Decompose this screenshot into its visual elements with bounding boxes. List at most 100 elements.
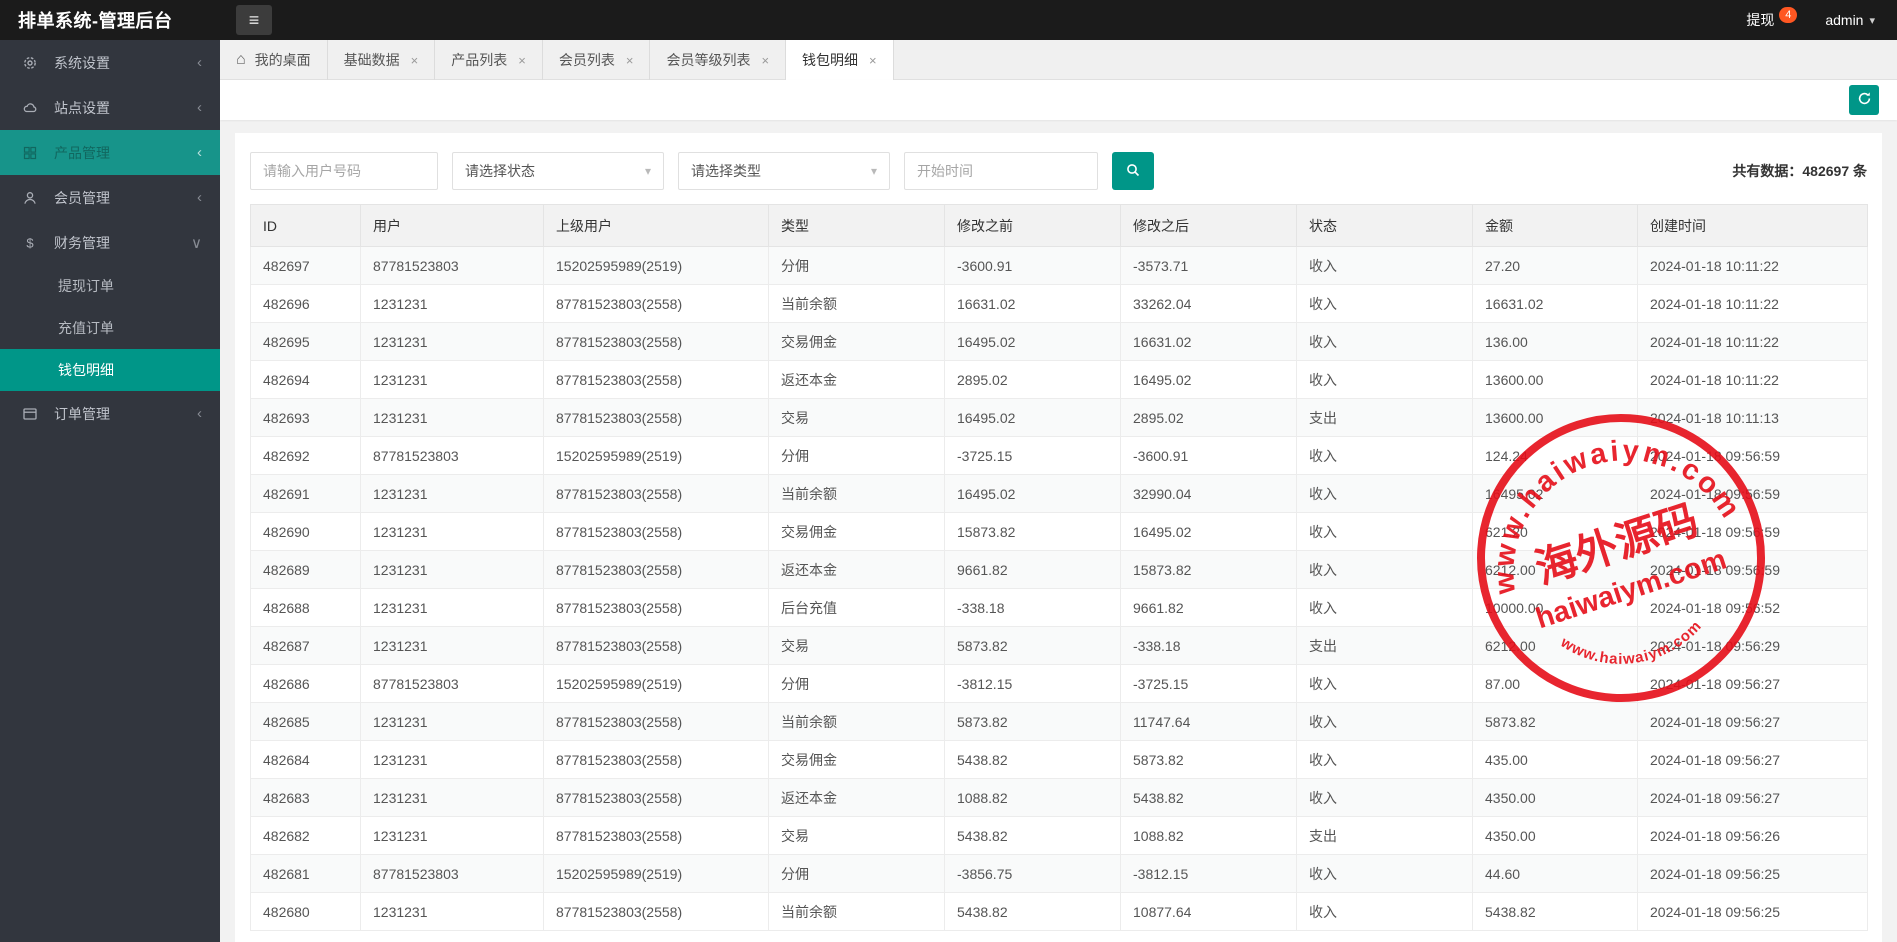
sidebar-item-product-management[interactable]: 产品管理‹ [0,130,220,175]
table-cell: 4350.00 [1473,817,1638,855]
tab-product-list[interactable]: 产品列表× [435,40,543,80]
tab-base-data[interactable]: 基础数据× [328,40,436,80]
table-cell: 1088.82 [1121,817,1297,855]
table-cell: 支出 [1297,627,1473,665]
table-cell: 16495.02 [945,323,1121,361]
table-cell: 87781523803 [361,855,544,893]
table-cell: 收入 [1297,285,1473,323]
table-cell: 482681 [251,855,361,893]
table-cell: 收入 [1297,589,1473,627]
sidebar-item-member-management[interactable]: 会员管理‹ [0,175,220,220]
table-cell: 482694 [251,361,361,399]
table-cell: 482680 [251,893,361,931]
tab-bar: ⌂我的桌面基础数据×产品列表×会员列表×会员等级列表×钱包明细× [220,40,1897,80]
withdraw-notice[interactable]: 提现 4 [1746,10,1797,30]
chevron-down-icon: ∨ [191,234,202,252]
table-cell: 482689 [251,551,361,589]
sidebar-item-site-settings[interactable]: 站点设置‹ [0,85,220,130]
table-row: 482695123123187781523803(2558)交易佣金16495.… [251,323,1868,361]
table-cell: 5873.82 [945,703,1121,741]
refresh-button[interactable] [1849,85,1879,115]
table-row: 482689123123187781523803(2558)返还本金9661.8… [251,551,1868,589]
table-cell: 621.20 [1473,513,1638,551]
table-cell: 收入 [1297,855,1473,893]
table-cell: 1231231 [361,589,544,627]
search-button[interactable] [1112,152,1154,190]
column-header: 创建时间 [1638,205,1868,247]
sidebar-subitem-withdraw-orders[interactable]: 提现订单 [0,265,220,307]
user-menu[interactable]: admin ▾ [1825,12,1875,28]
table-cell: 收入 [1297,513,1473,551]
table-cell: 交易 [769,817,945,855]
table-cell: 2024-01-18 09:56:29 [1638,627,1868,665]
table-cell: 10000.00 [1473,589,1638,627]
table-cell: 87781523803(2558) [544,779,769,817]
table-cell: 87781523803(2558) [544,399,769,437]
search-icon [1125,162,1141,181]
close-icon[interactable]: × [761,53,769,68]
sidebar-item-finance-management[interactable]: $ 财务管理∨ [0,220,220,265]
sidebar-item-label: 财务管理 [54,233,191,253]
table-cell: 2024-01-18 09:56:25 [1638,893,1868,931]
grid-icon [22,145,46,161]
table-cell: 482685 [251,703,361,741]
withdraw-label: 提现 [1746,10,1774,30]
sidebar-subitem-wallet-details[interactable]: 钱包明细 [0,349,220,391]
table-cell: 2024-01-18 09:56:59 [1638,513,1868,551]
table-cell: 87781523803(2558) [544,551,769,589]
table-cell: 分佣 [769,437,945,475]
tab-wallet-details[interactable]: 钱包明细× [786,40,894,80]
table-cell: 32990.04 [1121,475,1297,513]
table-cell: 87781523803(2558) [544,893,769,931]
table-row: 4826928778152380315202595989(2519)分佣-372… [251,437,1868,475]
table-cell: 87781523803(2558) [544,475,769,513]
table-cell: 87781523803 [361,437,544,475]
table-row: 482693123123187781523803(2558)交易16495.02… [251,399,1868,437]
chevron-down-icon: ▾ [871,164,877,178]
close-icon[interactable]: × [626,53,634,68]
wallet-table: ID用户上级用户类型修改之前修改之后状态金额创建时间 4826978778152… [250,204,1868,931]
tab-member-level-list[interactable]: 会员等级列表× [650,40,786,80]
status-select-value: 请选择状态 [465,161,535,181]
chevron-left-icon: ‹ [197,189,202,206]
table-cell: 返还本金 [769,779,945,817]
menu-toggle-button[interactable]: ≡ [236,5,272,35]
table-cell: 16495.02 [1121,513,1297,551]
sidebar-subitem-recharge-orders[interactable]: 充值订单 [0,307,220,349]
sidebar-item-system-settings[interactable]: 系统设置‹ [0,40,220,85]
close-icon[interactable]: × [411,53,419,68]
table-cell: 482687 [251,627,361,665]
table-cell: 2024-01-18 09:56:59 [1638,551,1868,589]
close-icon[interactable]: × [518,53,526,68]
status-select[interactable]: 请选择状态 ▾ [452,152,664,190]
table-cell: 1231231 [361,399,544,437]
sidebar-item-label: 订单管理 [54,404,197,424]
close-icon[interactable]: × [869,53,877,68]
table-cell: 136.00 [1473,323,1638,361]
table-cell: 当前余额 [769,285,945,323]
table-cell: 87781523803(2558) [544,361,769,399]
table-cell: 15873.82 [945,513,1121,551]
user-number-input[interactable] [250,152,438,190]
start-time-input[interactable] [904,152,1098,190]
tab-my-desktop[interactable]: ⌂我的桌面 [220,40,328,80]
svg-text:$: $ [26,235,34,250]
table-cell: -3812.15 [1121,855,1297,893]
table-cell: 482686 [251,665,361,703]
table-cell: 6212.00 [1473,627,1638,665]
top-header: 排单系统-管理后台 ≡ 提现 4 admin ▾ [0,0,1897,40]
table-cell: 9661.82 [945,551,1121,589]
user-icon [22,190,46,206]
table-cell: 收入 [1297,323,1473,361]
table-cell: 16631.02 [1473,285,1638,323]
type-select[interactable]: 请选择类型 ▾ [678,152,890,190]
tab-member-list[interactable]: 会员列表× [543,40,651,80]
sidebar-item-order-management[interactable]: 订单管理‹ [0,391,220,436]
column-header: 修改之前 [945,205,1121,247]
table-cell: 16631.02 [945,285,1121,323]
table-header-row: ID用户上级用户类型修改之前修改之后状态金额创建时间 [251,205,1868,247]
table-cell: 2024-01-18 09:56:59 [1638,437,1868,475]
table-cell: 87.00 [1473,665,1638,703]
table-cell: 16495.02 [945,399,1121,437]
table-cell: 482688 [251,589,361,627]
